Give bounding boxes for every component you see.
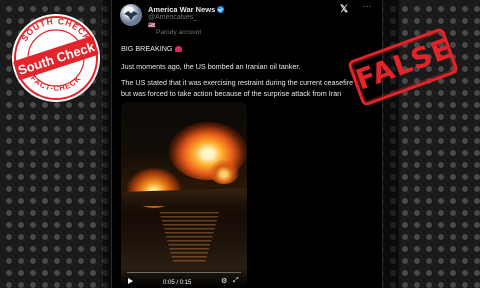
tweet-text-paragraph: The US stated that it was exercising res… xyxy=(121,78,382,99)
siren-icon xyxy=(174,46,182,53)
verified-icon xyxy=(217,5,225,13)
tweet-text-line: Just moments ago, the US bombed an Irani… xyxy=(121,62,301,71)
video-progress-bar[interactable] xyxy=(127,271,241,273)
tweet-headline-text: BIG BREAKING xyxy=(121,44,173,53)
play-icon[interactable] xyxy=(128,278,133,284)
x-logo-icon: 𝕏 xyxy=(340,4,349,15)
water-reflection xyxy=(159,212,220,262)
flag-icon: 🇺🇸 xyxy=(148,23,156,29)
south-check-badge: SOUTH CHECK FACT-CHECK South Check xyxy=(12,14,100,102)
video-time: 0:05 / 0:15 xyxy=(163,280,192,286)
tweet-card: America War News @Americalves_ 🇺🇸 Parody… xyxy=(111,0,383,288)
tweet-text-line: but was forced to take action because of… xyxy=(121,88,342,98)
parody-label: Parody account xyxy=(156,29,202,36)
author-handle[interactable]: @Americalves_ xyxy=(148,14,197,21)
author-name[interactable]: America War News xyxy=(148,5,225,14)
tweet-text-line: The US stated that it was exercising res… xyxy=(121,78,354,87)
fire-glow xyxy=(209,160,239,184)
more-icon[interactable]: ··· xyxy=(362,1,372,12)
fullscreen-icon[interactable]: ⤢ xyxy=(233,277,239,285)
tweet-headline: BIG BREAKING xyxy=(121,44,182,53)
video-player[interactable]: 0:05 / 0:15 ⚙ ⤢ xyxy=(121,102,247,288)
author-name-text: America War News xyxy=(148,5,216,14)
eagle-icon xyxy=(124,11,138,20)
settings-icon[interactable]: ⚙ xyxy=(221,277,227,285)
video-controls: 0:05 / 0:15 ⚙ ⤢ xyxy=(121,268,247,288)
avatar[interactable] xyxy=(120,4,142,26)
